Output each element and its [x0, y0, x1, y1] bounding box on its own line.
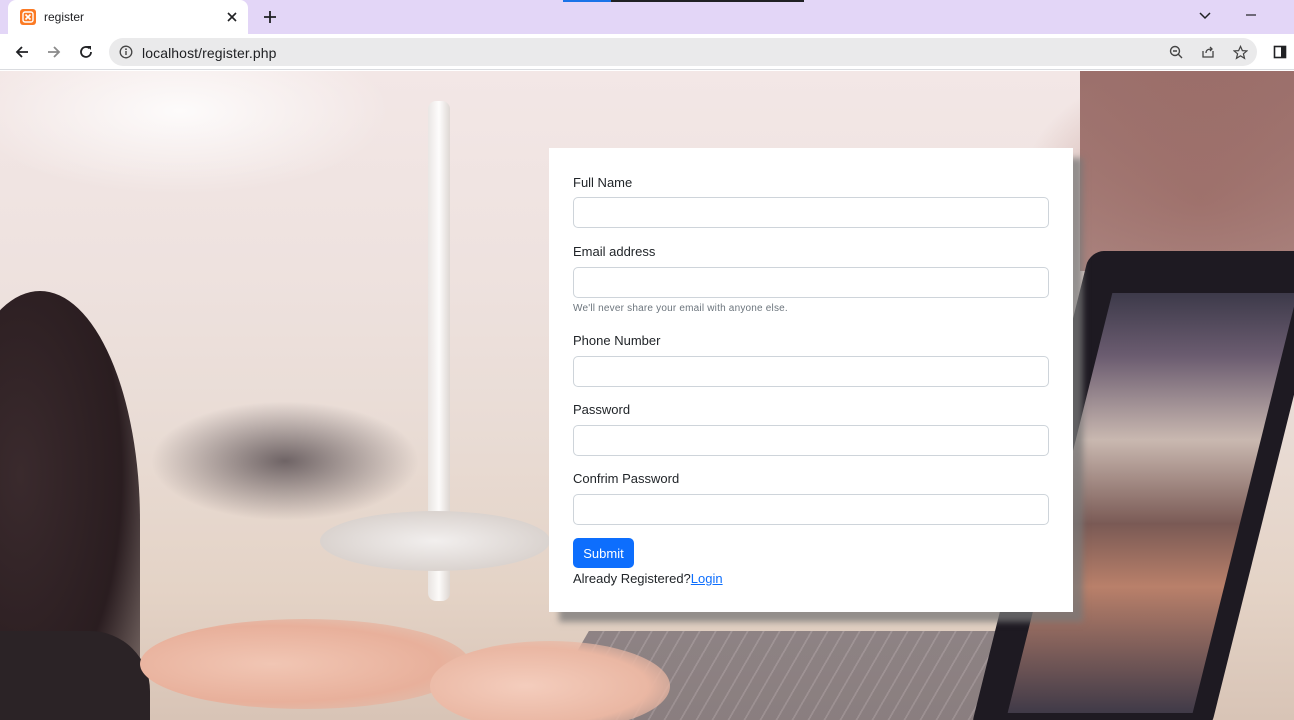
background-sleeve: [0, 631, 150, 720]
full-name-input[interactable]: [573, 197, 1049, 228]
browser-toolbar: localhost/register.php: [0, 34, 1294, 70]
full-name-label: Full Name: [573, 175, 633, 190]
confirm-password-input[interactable]: [573, 494, 1049, 525]
share-icon[interactable]: [1200, 44, 1216, 60]
email-label: Email address: [573, 244, 656, 259]
background-hand-left: [140, 619, 470, 709]
reload-icon[interactable]: [76, 42, 96, 62]
arrow-right-icon[interactable]: [44, 42, 64, 62]
loading-indicator: [563, 0, 804, 2]
register-form: Full Name Email address We'll never shar…: [549, 148, 1073, 612]
already-registered-text: Already Registered?: [573, 571, 691, 586]
arrow-left-icon[interactable]: [12, 42, 32, 62]
confirm-password-label: Confrim Password: [573, 471, 680, 486]
zoom-out-icon[interactable]: [1168, 44, 1184, 60]
background-wall: [1080, 71, 1294, 271]
minimize-icon[interactable]: [1244, 8, 1258, 27]
url-text[interactable]: localhost/register.php: [142, 45, 277, 61]
phone-label: Phone Number: [573, 333, 661, 348]
tab-title: register: [44, 10, 85, 24]
address-bar[interactable]: localhost/register.php: [109, 38, 1257, 66]
star-icon[interactable]: [1232, 44, 1248, 60]
password-input[interactable]: [573, 425, 1049, 456]
submit-button[interactable]: Submit: [573, 538, 634, 568]
email-input[interactable]: [573, 267, 1049, 298]
xampp-icon: [20, 9, 36, 25]
info-icon[interactable]: [119, 45, 133, 59]
password-label: Password: [573, 402, 631, 417]
chevron-down-icon[interactable]: [1198, 8, 1212, 27]
email-help-text: We'll never share your email with anyone…: [573, 303, 788, 314]
plus-icon[interactable]: [260, 7, 280, 27]
background-phone: [150, 401, 420, 521]
side-panel-icon[interactable]: [1270, 42, 1290, 62]
login-link[interactable]: Login: [691, 571, 723, 586]
login-prompt: Already Registered?Login: [573, 571, 723, 586]
tab-strip: register: [0, 0, 1294, 34]
phone-input[interactable]: [573, 356, 1049, 387]
close-icon[interactable]: [224, 9, 240, 25]
browser-tab[interactable]: register: [8, 0, 248, 34]
